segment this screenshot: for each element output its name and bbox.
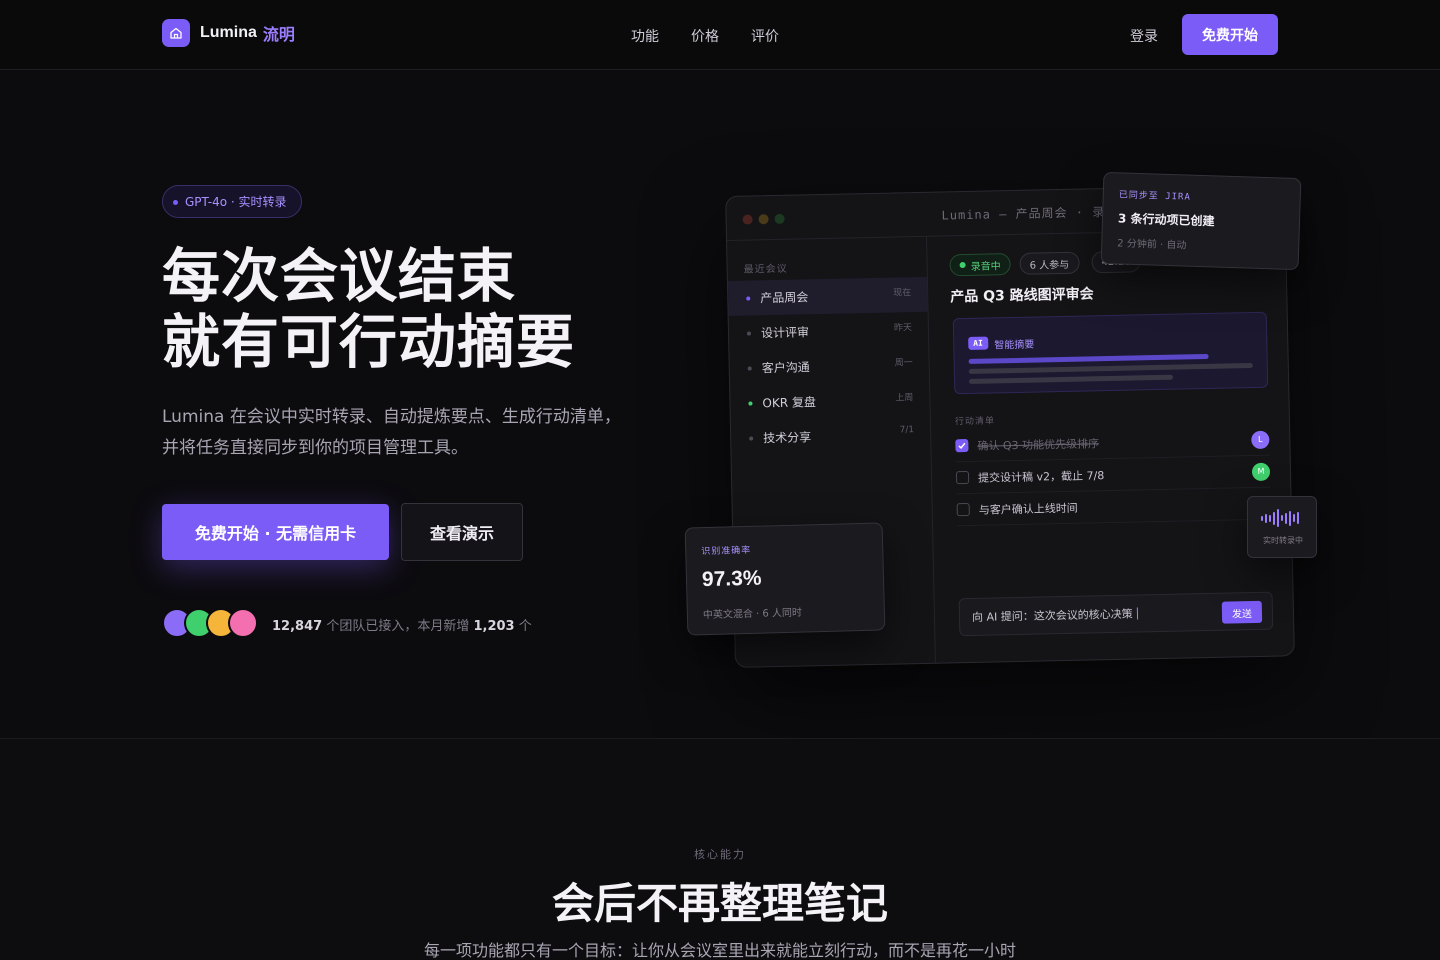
- nav-link-pricing[interactable]: 价格: [691, 26, 719, 46]
- meeting-name: 产品周会: [760, 290, 809, 306]
- meeting-name: 设计评审: [760, 325, 810, 341]
- task-owner-avatar: L: [1251, 430, 1270, 449]
- meeting-time: 周一: [894, 358, 913, 369]
- features-subtitle: 每一项功能都只有一个目标：让你从会议室里出来就能立刻行动，而不是再花一小时: [423, 941, 1016, 960]
- status-dot: [746, 331, 752, 336]
- sidebar-item-okr-review[interactable]: OKR 复盘 上周: [730, 382, 930, 421]
- view-demo-button[interactable]: 查看演示: [401, 503, 523, 561]
- participants-badge: 6 人参与: [1019, 251, 1080, 275]
- nav-links: 功能 价格 评价: [631, 26, 779, 46]
- hero-subtitle-line-1: Lumina 在会议中实时转录、自动提炼要点、生成行动清单，: [162, 407, 621, 427]
- waveform-icon: [1261, 509, 1299, 527]
- jira-sync-time: 2 分钟前 · 自动: [1117, 238, 1187, 252]
- hero-subtitle: Lumina 在会议中实时转录、自动提炼要点、生成行动清单， 并将任务直接同步到…: [162, 402, 652, 464]
- meeting-time: 现在: [893, 288, 912, 299]
- sidebar-item-tech-talk[interactable]: 技术分享 7/1: [731, 417, 931, 456]
- accuracy-detail: 中英文混合 · 6 人同时: [702, 607, 803, 622]
- sidebar-item-design-review[interactable]: 设计评审 昨天: [729, 312, 929, 351]
- ai-icon: AI: [968, 336, 989, 350]
- tasks-label: 行动清单: [954, 416, 996, 428]
- team-count: 12,847: [272, 619, 323, 634]
- unchecked-checkbox[interactable]: [956, 502, 970, 517]
- sidebar-label: 最近会议: [743, 263, 788, 276]
- nav-link-features[interactable]: 功能: [631, 26, 659, 46]
- summary-line: [969, 374, 1174, 384]
- nav-link-reviews[interactable]: 评价: [751, 26, 779, 46]
- ask-ai-input[interactable]: 向 AI 提问：这次会议的核心决策 发送: [958, 591, 1274, 637]
- meeting-name: OKR 复盘: [762, 395, 817, 411]
- brand-name: Lumina: [200, 24, 257, 41]
- monthly-new-count: 1,203: [473, 619, 515, 634]
- accuracy-value: 97.3%: [701, 566, 762, 592]
- jira-sync-card: 已同步至 JIRA 3 条行动项已创建 2 分钟前 · 自动: [1100, 171, 1302, 271]
- close-dot: [742, 214, 753, 225]
- live-transcription-label: 实时转录中: [1263, 536, 1303, 545]
- text-caret: [1136, 607, 1138, 620]
- avatar: [228, 608, 258, 638]
- meeting-name: 技术分享: [763, 430, 812, 446]
- features-title: 会后不再整理笔记: [551, 879, 888, 928]
- ai-summary-label: 智能摘要: [994, 339, 1035, 352]
- nav-start-free-button[interactable]: 免费开始: [1182, 14, 1278, 55]
- checked-checkbox[interactable]: [955, 438, 969, 453]
- task-row[interactable]: 与客户确认上线时间: [956, 487, 1272, 527]
- send-button[interactable]: 发送: [1221, 600, 1263, 624]
- accuracy-card: 识别准确率 97.3% 中英文混合 · 6 人同时: [684, 522, 886, 636]
- brand-name-cn: 流明: [262, 25, 295, 44]
- task-text: 与客户确认上线时间: [978, 501, 1078, 517]
- unchecked-checkbox[interactable]: [955, 470, 970, 485]
- status-dot: [748, 400, 753, 406]
- summary-line: [968, 353, 1209, 364]
- sidebar-item-product-weekly[interactable]: 产品周会 现在: [727, 276, 928, 316]
- window-title: Lumina — 产品周会 · 录音: [941, 204, 1119, 223]
- maximize-dot: [774, 213, 785, 224]
- task-owner-avatar: M: [1251, 462, 1271, 481]
- features-eyebrow: 核心能力: [694, 848, 746, 861]
- meeting-detail: 录音中 6 人参与 42:18 产品 Q3 路线图评审会 AI 智能摘要 行动清…: [927, 229, 1295, 664]
- meeting-title: 产品 Q3 路线图评审会: [950, 286, 1094, 306]
- brand-logo[interactable]: Lumina 流明: [162, 19, 295, 47]
- login-link[interactable]: 登录: [1130, 26, 1158, 46]
- minimize-dot: [758, 214, 769, 225]
- model-badge: GPT-4o · 实时转录: [162, 185, 302, 218]
- meeting-time: 上周: [895, 393, 914, 404]
- jira-sync-message: 3 条行动项已创建: [1117, 211, 1215, 229]
- meeting-name: 客户沟通: [761, 360, 810, 376]
- meeting-time: 昨天: [893, 323, 913, 334]
- summary-line: [968, 363, 1253, 374]
- top-navigation: Lumina 流明 功能 价格 评价 登录 免费开始: [0, 0, 1440, 70]
- proof-unit: 个: [518, 619, 532, 634]
- start-free-button[interactable]: 免费开始 · 无需信用卡: [162, 504, 389, 560]
- task-text: 确认 Q3 功能优先级排序: [977, 436, 1100, 453]
- hero-subtitle-line-2: 并将任务直接同步到你的项目管理工具。: [162, 438, 468, 458]
- social-proof: 12,847 个团队已接入，本月新增 1,203 个: [272, 615, 532, 634]
- status-dot: [749, 435, 754, 441]
- live-transcription-card: 实时转录中: [1247, 496, 1317, 558]
- home-icon: [162, 19, 190, 47]
- task-text: 提交设计稿 v2，截止 7/8: [977, 468, 1105, 485]
- hero-title-line-1: 每次会议结束: [162, 242, 517, 310]
- recording-badge: 录音中: [949, 253, 1011, 277]
- hero-title-line-2: 就有可行动摘要: [162, 308, 576, 376]
- hero-title: 每次会议结束 就有可行动摘要: [162, 243, 575, 375]
- jira-sync-label: 已同步至 JIRA: [1118, 190, 1191, 203]
- ask-ai-text: 向 AI 提问：这次会议的核心决策: [971, 607, 1133, 624]
- team-avatars: [162, 608, 258, 638]
- proof-text: 个团队已接入，本月新增: [326, 619, 470, 634]
- sidebar-item-client-call[interactable]: 客户沟通 周一: [729, 347, 929, 386]
- ai-summary-panel: AI 智能摘要: [952, 311, 1269, 395]
- status-dot: [747, 366, 752, 371]
- meeting-time: 7/1: [899, 425, 915, 436]
- accuracy-label: 识别准确率: [701, 545, 752, 558]
- status-dot: [746, 296, 751, 301]
